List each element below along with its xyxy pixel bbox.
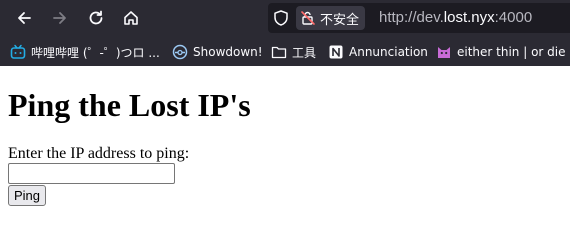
- bookmark-folder-tools[interactable]: 工具: [271, 42, 316, 62]
- url-host: lost.nyx: [443, 9, 495, 26]
- browser-chrome: 不安全 http://dev.lost.nyx:4000 哔哩哔哩 (゜-゜)つ…: [0, 0, 570, 66]
- bookmark-label: 工具: [292, 45, 317, 60]
- back-arrow-icon: [18, 12, 31, 24]
- bookmark-label: Showdown!: [193, 45, 263, 59]
- url-prefix: http://dev.: [379, 9, 444, 26]
- bookmark-label: 哔哩哔哩 (゜-゜)つロ ...: [31, 45, 160, 60]
- ip-prompt-label: Enter the IP address to ping:: [8, 145, 190, 162]
- bookmark-bilibili[interactable]: 哔哩哔哩 (゜-゜)つロ ...: [10, 42, 160, 62]
- home-button[interactable]: [117, 4, 145, 32]
- ping-form: Enter the IP address to ping: Ping: [8, 145, 562, 206]
- folder-icon: [271, 46, 287, 59]
- page-content: Ping the Lost IP's Enter the IP address …: [8, 66, 562, 206]
- forward-arrow-icon: [53, 12, 66, 24]
- page-title: Ping the Lost IP's: [8, 87, 251, 123]
- bookmarks-bar: 哔哩哔哩 (゜-゜)つロ ... Showdown! 工具 Annunciati…: [0, 37, 570, 66]
- ping-button[interactable]: Ping: [8, 185, 47, 206]
- address-bar[interactable]: 不安全 http://dev.lost.nyx:4000: [268, 3, 570, 33]
- forward-button[interactable]: [46, 4, 74, 32]
- insecure-label: 不安全: [320, 12, 360, 28]
- back-button[interactable]: [10, 4, 38, 32]
- bilibili-icon: [10, 44, 26, 59]
- showdown-icon: [172, 44, 188, 60]
- notion-icon: [329, 45, 343, 59]
- home-icon: [124, 11, 138, 25]
- shield-icon[interactable]: [272, 9, 290, 27]
- bookmark-label: Annunciation: [349, 45, 428, 59]
- url-text[interactable]: http://dev.lost.nyx:4000: [379, 9, 532, 26]
- insecure-lock-icon: [301, 11, 315, 25]
- url-port: :4000: [494, 9, 533, 26]
- bookmark-either-thin[interactable]: either thin | or die: [436, 42, 566, 62]
- browser-toolbar: 不安全 http://dev.lost.nyx:4000: [0, 0, 570, 36]
- bookmark-showdown[interactable]: Showdown!: [172, 42, 263, 62]
- cat-icon: [438, 47, 450, 58]
- bookmark-annunciation[interactable]: Annunciation: [328, 42, 428, 62]
- reload-button[interactable]: [82, 4, 110, 32]
- ip-address-input[interactable]: [8, 163, 175, 184]
- bookmark-label: either thin | or die: [457, 45, 566, 59]
- reload-icon: [89, 10, 103, 25]
- insecure-connection-indicator[interactable]: 不安全: [296, 6, 366, 30]
